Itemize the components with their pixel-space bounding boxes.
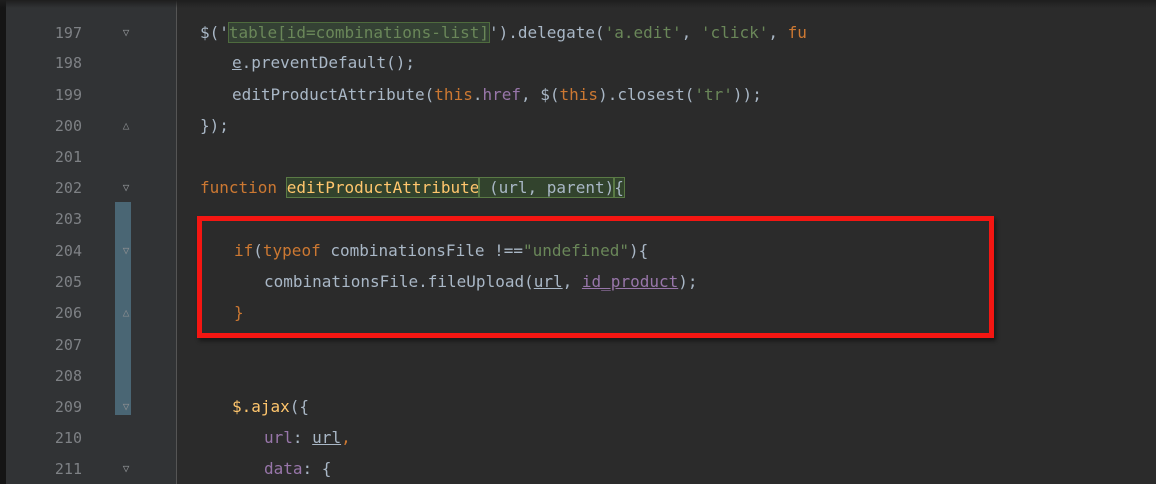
code-token-property: id_product (581, 272, 679, 291)
code-token: .preventDefault(); (241, 53, 416, 72)
code-token-function-name: editProductAttribute (285, 177, 481, 198)
code-token-keyword: typeof (262, 241, 321, 260)
code-token: ).closest( (598, 85, 695, 104)
line-number: 200 (54, 117, 82, 135)
gutter-separator (176, 0, 177, 484)
line-number: 208 (54, 367, 82, 385)
code-line-202[interactable]: function editProductAttribute (url, pare… (200, 176, 625, 200)
code-token-property: data (264, 459, 303, 478)
code-token: url (312, 428, 342, 447)
fold-open-icon[interactable]: ▽ (120, 176, 132, 200)
code-token-property: href (482, 85, 521, 104)
line-number: 209 (54, 398, 82, 416)
fold-close-icon[interactable]: △ (120, 301, 132, 325)
code-editor[interactable]: 197 198 199 200 201 202 203 204 205 206 … (0, 0, 1156, 484)
fold-close-icon[interactable]: △ (120, 114, 132, 138)
code-token: : (292, 428, 313, 447)
line-number: 201 (54, 148, 82, 166)
code-token-string: 'click' (700, 23, 769, 42)
code-token-keyword: this (434, 85, 473, 104)
code-token: , (562, 272, 582, 291)
code-token: , $( (521, 85, 560, 104)
fold-open-icon[interactable]: ▽ (120, 239, 132, 263)
code-line-198[interactable]: e.preventDefault(); (232, 51, 415, 75)
code-token: $(' (200, 23, 229, 42)
line-number: 207 (54, 336, 82, 354)
line-number: 204 (54, 242, 82, 260)
code-token: ( (524, 272, 534, 291)
code-token-selector-string: table[id=combinations-list] (227, 22, 491, 43)
code-token: )); (732, 85, 762, 104)
code-line-197[interactable]: $('table[id=combinations-list]').delegat… (200, 21, 807, 45)
line-number: 205 (54, 273, 82, 291)
code-token: (url, parent) (478, 177, 616, 198)
code-token: } (234, 303, 244, 322)
fold-open-icon[interactable]: ▽ (120, 457, 132, 481)
line-number: 202 (54, 179, 82, 197)
code-line-204[interactable]: if(typeof combinationsFile !=="undefined… (234, 239, 648, 263)
fold-open-icon[interactable]: ▽ (120, 395, 132, 419)
code-token: editProductAttribute( (232, 85, 435, 104)
line-number: 197 (54, 24, 82, 42)
code-token: e (232, 53, 242, 72)
code-line-210[interactable]: url: url, (264, 426, 351, 450)
code-token: }); (200, 116, 229, 135)
line-number: 198 (54, 54, 82, 72)
code-token: ); (678, 272, 698, 291)
code-token-string: "undefined" (523, 241, 629, 260)
code-token-keyword: this (559, 85, 599, 104)
code-line-205[interactable]: combinationsFile.fileUpload(url, id_prod… (264, 270, 698, 294)
code-token: , (341, 428, 351, 447)
code-token: ( (253, 241, 263, 260)
fold-open-icon[interactable]: ▽ (120, 21, 132, 45)
code-token: { (613, 177, 625, 198)
code-token: combinationsFile !== (320, 241, 523, 260)
code-token-string: 'a.edit' (604, 23, 682, 42)
code-token: ){ (628, 241, 649, 260)
line-number: 211 (54, 460, 82, 478)
line-number: 206 (54, 304, 82, 322)
code-token-string: 'tr' (694, 85, 733, 104)
line-number: 199 (54, 86, 82, 104)
code-line-209[interactable]: $.ajax({ (232, 395, 309, 419)
code-token-property: url (264, 428, 293, 447)
code-token-keyword: function (200, 178, 287, 197)
code-token: : { (302, 459, 332, 478)
code-line-199[interactable]: editProductAttribute(this.href, $(this).… (232, 83, 762, 107)
code-token-keyword: fu (787, 23, 807, 42)
code-token-keyword: if (234, 241, 254, 260)
code-token: url (533, 272, 563, 291)
code-token: , (681, 23, 701, 42)
line-number: 203 (54, 210, 82, 228)
top-shadow (0, 0, 1156, 8)
code-line-206[interactable]: } (234, 301, 244, 325)
code-token: combinationsFile. (264, 272, 428, 291)
code-token: ({ (289, 397, 310, 416)
code-token: ').delegate( (489, 23, 605, 42)
code-token: , (768, 23, 788, 42)
code-line-200[interactable]: }); (200, 114, 229, 138)
code-line-211[interactable]: data: { (264, 457, 331, 481)
code-token-function-name: $.ajax (232, 397, 290, 416)
code-token: fileUpload (427, 272, 525, 291)
line-number: 210 (54, 429, 82, 447)
